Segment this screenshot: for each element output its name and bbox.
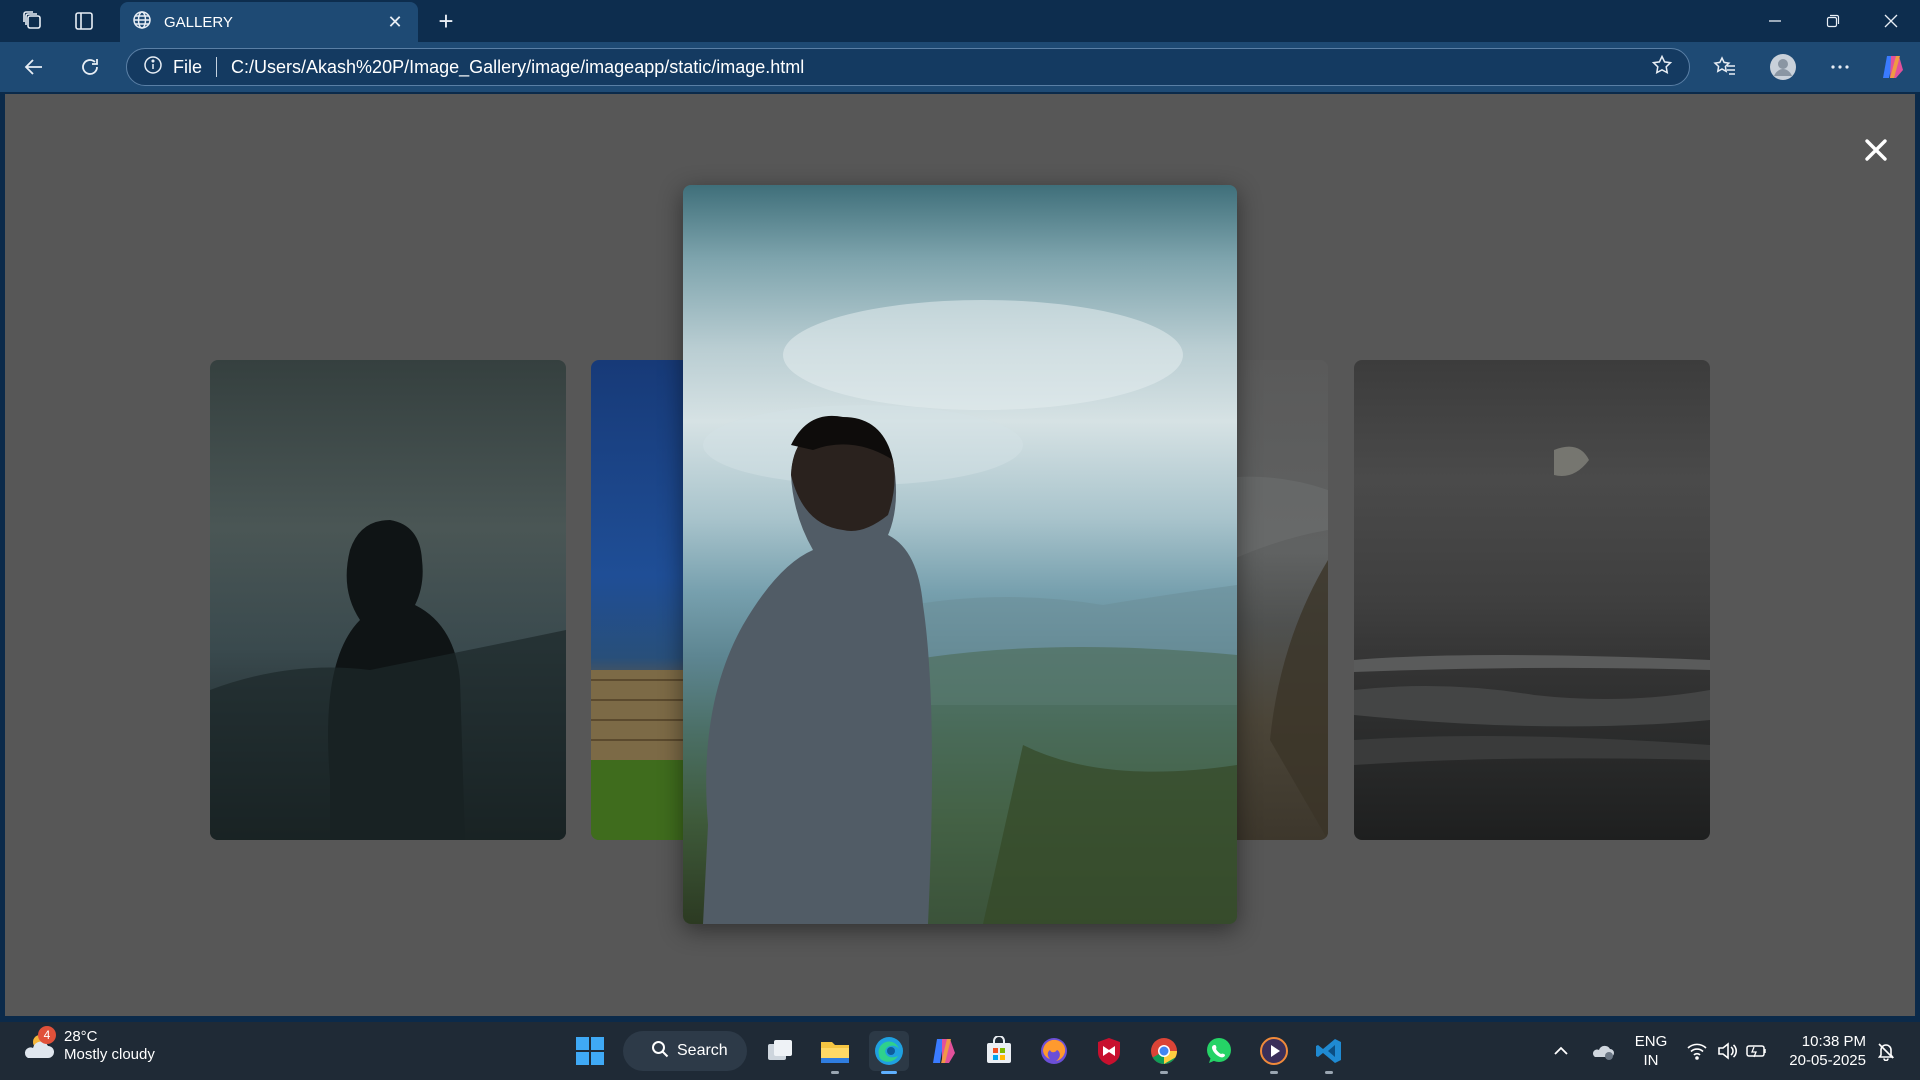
back-arrow-icon[interactable] (18, 52, 50, 82)
tab-actions-icon[interactable] (70, 8, 98, 34)
address-url[interactable]: C:/Users/Akash%20P/Image_Gallery/image/i… (231, 57, 1651, 78)
task-view-icon[interactable] (760, 1031, 800, 1071)
search-icon (651, 1040, 669, 1063)
language-line-2: IN (1643, 1052, 1659, 1069)
weather-widget[interactable]: 4 28°C Mostly cloudy (20, 1026, 155, 1064)
restore-button[interactable] (1804, 4, 1862, 38)
edge-browser-icon[interactable] (869, 1031, 909, 1074)
start-windows-icon[interactable] (570, 1031, 610, 1071)
search-label: Search (677, 1042, 728, 1059)
gallery-image-5[interactable] (1354, 360, 1710, 840)
browser-title-bar: GALLERY ✕ + (0, 0, 1920, 42)
refresh-icon[interactable] (74, 52, 106, 82)
favorites-icon[interactable] (1709, 52, 1741, 82)
windows-taskbar: 4 28°C Mostly cloudy Search ENG IN 10:38… (0, 1022, 1920, 1080)
clock[interactable]: 10:38 PM 20-05-2025 (1782, 1032, 1866, 1070)
tab-close-icon[interactable]: ✕ (384, 12, 406, 33)
chrome-icon[interactable] (1144, 1031, 1184, 1074)
onedrive-icon[interactable] (1583, 1031, 1623, 1071)
minimize-button[interactable] (1746, 4, 1804, 38)
notification-bell-icon[interactable] (1866, 1031, 1906, 1071)
cloud-sun-icon: 4 (20, 1026, 56, 1064)
address-scheme-label: File (173, 56, 203, 77)
info-icon[interactable] (143, 55, 163, 80)
clock-date: 20-05-2025 (1789, 1052, 1866, 1069)
language-line-1: ENG (1634, 1033, 1668, 1050)
gallery-image-1[interactable] (210, 360, 566, 840)
browser-nav-bar: File C:/Users/Akash%20P/Image_Gallery/im… (0, 42, 1920, 92)
copilot-icon[interactable] (1876, 52, 1908, 82)
show-hidden-icons-chevron-icon[interactable] (1541, 1031, 1581, 1071)
tab-title: GALLERY (164, 13, 233, 31)
lightbox-close-icon[interactable] (1856, 130, 1896, 170)
vscode-icon[interactable] (1309, 1031, 1349, 1074)
new-tab-button[interactable]: + (430, 6, 462, 36)
weather-badge: 4 (38, 1026, 56, 1044)
file-explorer-icon[interactable] (815, 1031, 855, 1074)
favorite-star-icon[interactable] (1651, 54, 1673, 81)
battery-icon[interactable] (1737, 1031, 1777, 1071)
firefox-icon[interactable] (1034, 1031, 1074, 1071)
weather-temperature: 28°C (64, 1028, 98, 1045)
whatsapp-icon[interactable] (1199, 1031, 1239, 1071)
more-menu-icon[interactable] (1824, 52, 1856, 82)
media-player-icon[interactable] (1254, 1031, 1294, 1074)
globe-icon (132, 10, 152, 35)
address-bar[interactable]: File C:/Users/Akash%20P/Image_Gallery/im… (126, 48, 1690, 86)
weather-condition: Mostly cloudy (64, 1046, 155, 1063)
workspaces-icon[interactable] (19, 8, 47, 34)
profile-avatar-icon[interactable] (1767, 52, 1799, 82)
language-indicator[interactable]: ENG IN (1628, 1032, 1674, 1070)
mcafee-icon[interactable] (1089, 1031, 1129, 1071)
microsoft-store-icon[interactable] (979, 1031, 1019, 1071)
address-separator (216, 57, 218, 77)
clock-time: 10:38 PM (1801, 1033, 1866, 1050)
tab-gallery[interactable]: GALLERY ✕ (120, 2, 418, 42)
copilot-app-icon[interactable] (924, 1031, 964, 1071)
gallery-image-focused[interactable] (683, 185, 1237, 924)
taskbar-search[interactable]: Search (623, 1031, 747, 1071)
close-window-button[interactable] (1862, 4, 1920, 38)
